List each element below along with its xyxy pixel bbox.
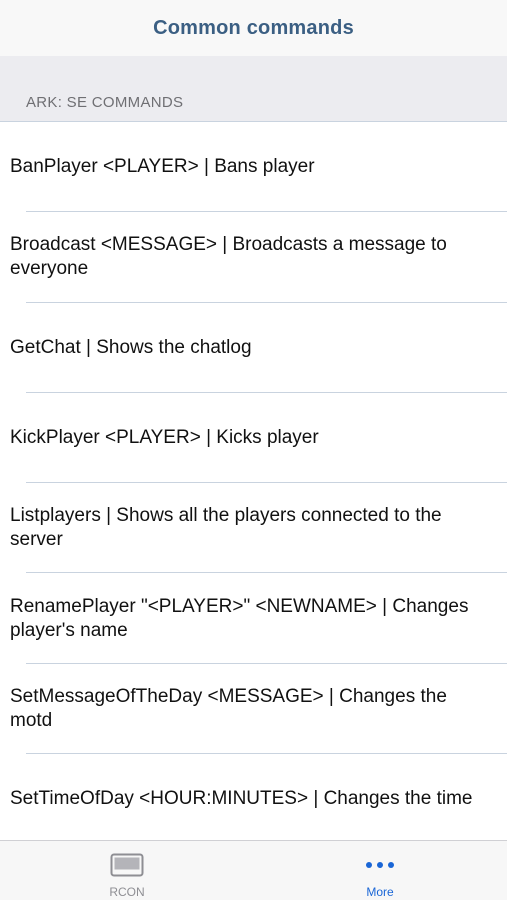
command-row-banplayer[interactable]: BanPlayer <PLAYER> | Bans player [0,122,507,213]
command-row-settimeofday[interactable]: SetTimeOfDay <HOUR:MINUTES> | Changes th… [0,754,507,844]
command-text: RenamePlayer "<PLAYER>" <NEWNAME> | Chan… [10,595,469,641]
command-text: SetMessageOfTheDay <MESSAGE> | Changes t… [10,685,447,731]
command-text: KickPlayer <PLAYER> | Kicks player [10,427,319,449]
tab-label: RCON [109,885,145,899]
command-text: Broadcast <MESSAGE> | Broadcasts a messa… [10,234,447,280]
terminal-icon [110,853,144,877]
tab-bar: RCON More [0,840,507,900]
command-row-kickplayer[interactable]: KickPlayer <PLAYER> | Kicks player [0,393,507,484]
section-label: ARK: SE COMMANDS [26,94,184,111]
command-row-renameplayer[interactable]: RenamePlayer "<PLAYER>" <NEWNAME> | Chan… [0,573,507,665]
command-text: GetChat | Shows the chatlog [10,336,252,358]
command-row-listplayers[interactable]: Listplayers | Shows all the players conn… [0,483,507,574]
command-row-setmessageoftheday[interactable]: SetMessageOfTheDay <MESSAGE> | Changes t… [0,664,507,755]
command-list: BanPlayer <PLAYER> | Bans player Broadca… [0,122,507,844]
command-text: BanPlayer <PLAYER> | Bans player [10,156,315,178]
tab-rcon[interactable]: RCON [67,841,187,900]
command-text: Listplayers | Shows all the players conn… [10,505,442,551]
command-row-getchat[interactable]: GetChat | Shows the chatlog [0,303,507,394]
section-header: ARK: SE COMMANDS [0,56,507,122]
tab-more[interactable]: More [320,841,440,900]
navigation-bar: Common commands [0,0,507,56]
tab-label: More [366,885,394,899]
command-text: SetTimeOfDay <HOUR:MINUTES> | Changes th… [10,788,473,810]
command-row-broadcast[interactable]: Broadcast <MESSAGE> | Broadcasts a messa… [0,212,507,303]
more-icon [366,853,394,877]
page-title: Common commands [153,16,354,39]
